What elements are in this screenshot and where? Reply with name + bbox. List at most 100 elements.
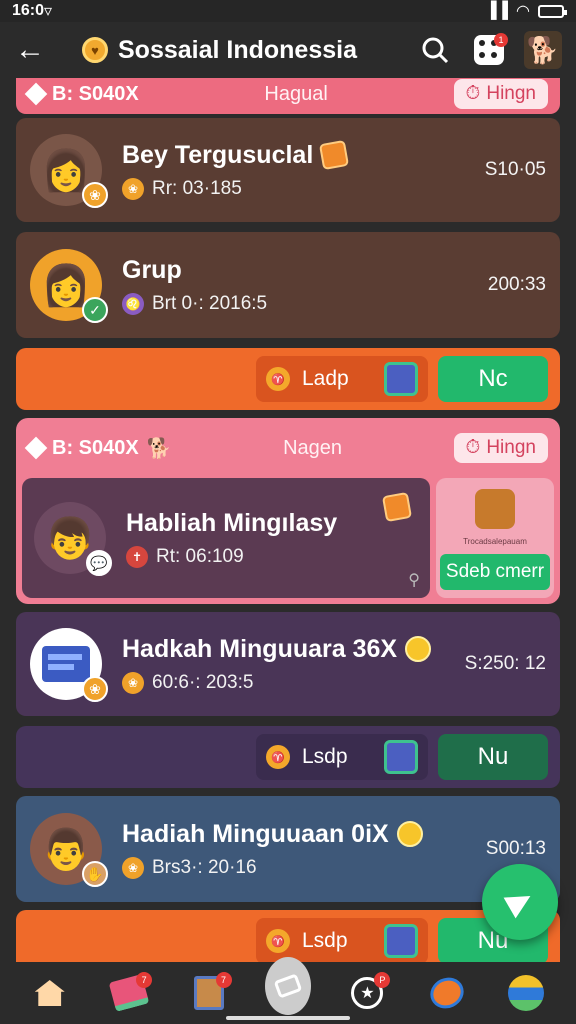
status-bar: 16:0 ▿ ▐▐ ◠ <box>0 0 576 22</box>
list-item[interactable]: 👩 ✓ Grup ♌ Brt 0·: 2016:5 200:33 <box>16 232 560 338</box>
send-fab-button[interactable] <box>482 864 558 940</box>
ladp-label: Lsdp <box>302 745 348 768</box>
gem-icon: ♈ <box>266 367 290 391</box>
card-head-content: B: S040X Hagual ⏱ Hingn <box>16 78 560 114</box>
row-time: 200:33 <box>487 274 546 295</box>
gift-icon <box>384 362 418 396</box>
chat-badge-icon: 💬 <box>86 550 112 576</box>
paper-plane-icon <box>503 885 537 919</box>
timer-icon: ⏱ <box>465 83 481 104</box>
row-subtitle-text: Rr: 03·185 <box>152 177 242 199</box>
nav-center[interactable] <box>264 957 311 1016</box>
confirm-button[interactable]: Nc <box>438 356 548 402</box>
feed: B: S040X Hagual ⏱ Hingn 👩 ❀ Bey Tergusucla… <box>0 78 576 962</box>
timer-button-label: Hingn <box>486 83 536 104</box>
list-item[interactable]: 👨 ✋ Hadiah Minguuaan 0iX ❀ Brs3·: 20·16 S0… <box>16 796 560 902</box>
home-indicator <box>226 1016 350 1020</box>
list-item[interactable]: 👩 ❀ Bey Tergusuclal ❀ Rr: 03·185 S10·05 <box>16 118 560 222</box>
row-title: Habliah Mingılasy <box>126 509 418 538</box>
row-text: Hadiah Minguuaan 0iX ❀ Brs3·: 20·16 <box>122 820 486 879</box>
coin-icon: ❀ <box>122 856 144 879</box>
wifi-icon: ◠ <box>516 3 530 20</box>
row-subtitle: ❀ Rr: 03·185 <box>122 177 485 200</box>
profile-avatar[interactable]: 🐕 <box>524 31 562 69</box>
row-title: Hadkah Minguuara 36X <box>122 635 465 664</box>
row-title-text: Bey Tergusuclal <box>122 140 314 169</box>
nav-badge: 7 <box>136 972 153 988</box>
app-title: Sossaial Indonessia <box>118 35 357 64</box>
search-small-icon: ⚲ <box>408 572 420 589</box>
card-header: B: S040X Hagual ⏱ Hingn <box>16 78 560 114</box>
coin-icon: ❀ <box>122 671 144 694</box>
timer-button-label: Hingn <box>486 437 536 458</box>
back-button[interactable]: ← <box>0 22 60 78</box>
timer-button[interactable]: ⏱ Hingn <box>453 433 548 463</box>
nav-home[interactable] <box>27 970 73 1016</box>
action-bar: ♈ Lsdp Nu <box>16 726 560 788</box>
action-bar: ♈ Lsdp Nu <box>16 910 560 962</box>
dog-icon: 🐕 <box>146 437 172 460</box>
cube-icon <box>319 139 350 171</box>
nav-globe[interactable] <box>503 970 549 1016</box>
timer-button[interactable]: ⏱ Hingn <box>453 79 548 109</box>
coin-icon: ♌ <box>122 292 144 315</box>
ladp-button[interactable]: ♈ Lsdp <box>256 918 428 962</box>
bottom-nav: 7 7 ★ P <box>0 957 576 1024</box>
row-time: S10·05 <box>484 159 546 180</box>
row-title: Bey Tergusuclal <box>122 139 485 171</box>
row-title: Grup <box>122 256 488 285</box>
row-subtitle-text: Rt: 06:109 <box>156 545 244 567</box>
timer-icon: ⏱ <box>465 437 481 458</box>
screen-icon <box>42 646 90 682</box>
row-text: Grup ♌ Brt 0·: 2016:5 <box>122 256 488 315</box>
status-icons: ▐▐ ◠ <box>485 1 567 21</box>
diamond-icon <box>24 82 48 106</box>
notification-badge: 1 <box>494 33 508 47</box>
search-button[interactable] <box>416 31 454 69</box>
coin-badge-icon: ❀ <box>82 182 108 208</box>
highlighted-card[interactable]: B: S040X 🐕 Nagen ⏱ Hingn 👦 💬 Habliah Mingıl… <box>16 418 560 604</box>
nav-books[interactable]: 7 <box>106 970 153 1016</box>
app-root: 16:0 ▿ ▐▐ ◠ ← ♥ Sossaial Indonessia 1 🐕 <box>0 0 576 1024</box>
row-title-text: Grup <box>122 255 182 284</box>
row-title-text: Hadiah Minguuaan 0iX <box>122 819 389 848</box>
card-code-text: B: S040X <box>52 436 139 459</box>
avatar: ❀ <box>30 628 108 702</box>
row-time: S:250: 12 <box>464 653 546 674</box>
hl-inner-row: 👦 💬 Habliah Mingılasy ✝ Rt: 06:109 ⚲ <box>22 478 430 598</box>
app-actions: 1 🐕 <box>416 31 576 69</box>
side-action-button[interactable]: Sdeb cmerr <box>440 554 550 590</box>
ladp-button[interactable]: ♈ Ladp <box>256 356 428 402</box>
ladp-label: Ladp <box>302 367 349 390</box>
ladp-label: Lsdp <box>302 929 348 952</box>
confirm-button[interactable]: Nu <box>438 734 548 780</box>
bell-icon <box>405 636 432 662</box>
ladp-button[interactable]: ♈ Lsdp <box>256 734 428 780</box>
check-badge-icon: ✓ <box>82 297 108 323</box>
cube-icon <box>381 491 413 523</box>
nav-ball[interactable] <box>424 970 470 1016</box>
avatar: 👨 ✋ <box>30 813 108 887</box>
nav-badge: 7 <box>215 972 232 988</box>
row-subtitle: ♌ Brt 0·: 2016:5 <box>122 292 488 315</box>
row-text: Habliah Mingılasy ✝ Rt: 06:109 <box>126 509 418 568</box>
row-title-text: Habliah Mingılasy <box>126 508 338 537</box>
gem-icon: ♈ <box>266 929 290 953</box>
gem-icon: ♈ <box>266 745 290 769</box>
nav-board[interactable]: 7 <box>186 970 232 1016</box>
row-subtitle: ❀ Brs3·: 20·16 <box>122 856 486 879</box>
gift-icon <box>384 740 418 774</box>
gift-icon <box>384 924 418 958</box>
nav-star[interactable]: ★ P <box>344 970 391 1016</box>
row-text: Hadkah Minguuara 36X ❀ 60:6·: 203:5 <box>122 635 465 694</box>
list-item[interactable]: ❀ Hadkah Minguuara 36X ❀ 60:6·: 203:5 S:2… <box>16 612 560 716</box>
tag-button[interactable] <box>264 957 311 1015</box>
row-subtitle: ✝ Rt: 06:109 <box>126 545 418 568</box>
hl-side-panel: Trocadsalepauam Sdeb cmerr <box>436 478 554 598</box>
status-time: 16:0 <box>12 2 45 19</box>
avatar: 👦 💬 <box>34 502 112 576</box>
games-button[interactable]: 1 <box>470 31 508 69</box>
globe-icon <box>508 975 545 1011</box>
card-head-content: B: S040X 🐕 Nagen ⏱ Hingn <box>16 418 560 478</box>
card-code-text: B: S040X <box>52 82 139 105</box>
